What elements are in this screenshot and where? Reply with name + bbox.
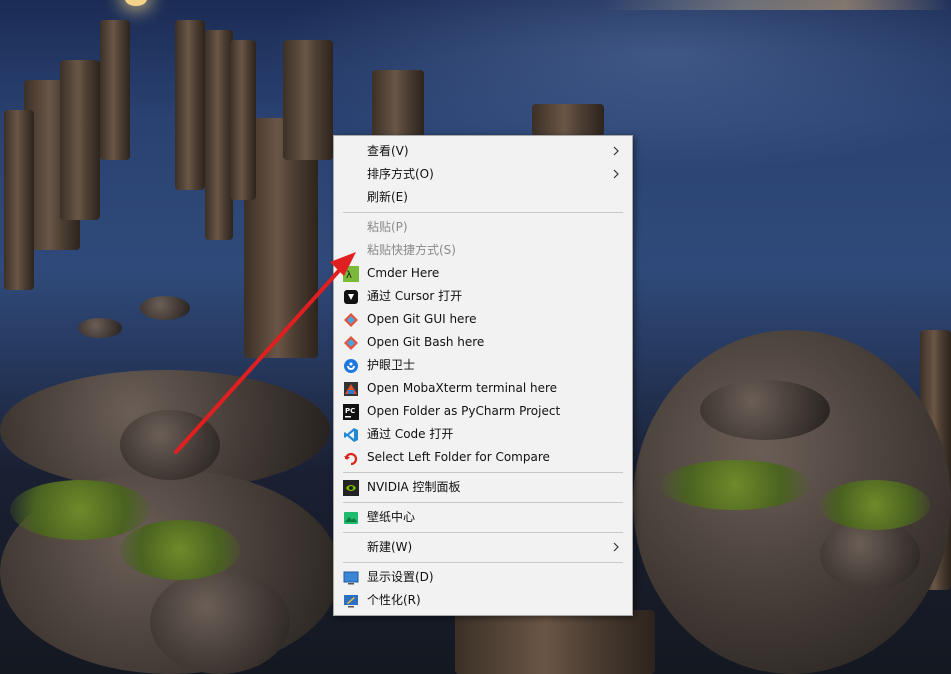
- menu-item-label: 粘贴(P): [367, 220, 408, 234]
- nvidia-icon: [343, 480, 359, 496]
- menu-item-label: 通过 Cursor 打开: [367, 289, 463, 303]
- menu-item-label: 排序方式(O): [367, 167, 434, 181]
- menu-item-nvidia-control-panel[interactable]: NVIDIA 控制面板: [334, 476, 632, 499]
- pier-post: [283, 40, 333, 160]
- display-settings-icon: [343, 570, 359, 586]
- pier-post: [372, 70, 424, 140]
- pier-post: [60, 60, 100, 220]
- moss: [820, 480, 930, 530]
- menu-item-label: 新建(W): [367, 540, 413, 554]
- wallpaper-center-icon: [343, 510, 359, 526]
- menu-item-label: 个性化(R): [367, 593, 421, 607]
- menu-item-view[interactable]: 查看(V): [334, 140, 632, 163]
- personalize-icon: [343, 593, 359, 609]
- menu-separator: [343, 562, 623, 563]
- menu-separator: [343, 212, 623, 213]
- menu-item-personalize[interactable]: 个性化(R): [334, 589, 632, 612]
- moss: [120, 520, 240, 580]
- git-bash-icon: [343, 335, 359, 351]
- svg-text:λ: λ: [346, 270, 352, 281]
- moon: [125, 0, 147, 6]
- menu-item-label: 护眼卫士: [367, 358, 416, 372]
- menu-item-cmder-here[interactable]: λ Cmder Here: [334, 262, 632, 285]
- menu-item-label: Open Git Bash here: [367, 335, 485, 349]
- menu-separator: [343, 502, 623, 503]
- menu-item-pycharm[interactable]: PC Open Folder as PyCharm Project: [334, 400, 632, 423]
- chevron-right-icon: [613, 169, 619, 179]
- menu-item-open-with-cursor[interactable]: 通过 Cursor 打开: [334, 285, 632, 308]
- menu-item-git-bash[interactable]: Open Git Bash here: [334, 331, 632, 354]
- cursor-icon: [343, 289, 359, 305]
- pier-post: [230, 40, 256, 200]
- menu-separator: [343, 472, 623, 473]
- rock: [140, 296, 190, 320]
- menu-item-refresh[interactable]: 刷新(E): [334, 186, 632, 209]
- menu-item-label: Select Left Folder for Compare: [367, 450, 550, 464]
- menu-item-git-gui[interactable]: Open Git GUI here: [334, 308, 632, 331]
- rock: [150, 570, 290, 674]
- menu-item-wallpaper-center[interactable]: 壁纸中心: [334, 506, 632, 529]
- moss: [660, 460, 810, 510]
- rock: [78, 318, 122, 338]
- menu-item-mobaxterm[interactable]: Open MobaXterm terminal here: [334, 377, 632, 400]
- chevron-right-icon: [613, 542, 619, 552]
- menu-item-eye-guard[interactable]: 护眼卫士: [334, 354, 632, 377]
- menu-item-label: 通过 Code 打开: [367, 427, 454, 441]
- menu-item-label: Open Git GUI here: [367, 312, 477, 326]
- menu-item-new[interactable]: 新建(W): [334, 536, 632, 559]
- menu-item-open-with-code[interactable]: 通过 Code 打开: [334, 423, 632, 446]
- desktop-context-menu: 查看(V) 排序方式(O) 刷新(E) 粘贴(P) 粘贴快捷方式(S) λ Cm…: [333, 135, 633, 616]
- rock: [700, 380, 830, 440]
- menu-item-label: 粘贴快捷方式(S): [367, 243, 456, 257]
- menu-item-paste: 粘贴(P): [334, 216, 632, 239]
- distant-shore-lights: [600, 0, 951, 10]
- menu-item-label: 显示设置(D): [367, 570, 434, 584]
- rock: [120, 410, 220, 480]
- menu-item-select-left-folder-compare[interactable]: Select Left Folder for Compare: [334, 446, 632, 469]
- menu-item-paste-shortcut: 粘贴快捷方式(S): [334, 239, 632, 262]
- rock: [820, 520, 920, 590]
- eye-guard-icon: [343, 358, 359, 374]
- menu-item-sort-by[interactable]: 排序方式(O): [334, 163, 632, 186]
- pier-post: [455, 610, 655, 674]
- cmder-icon: λ: [343, 266, 359, 282]
- menu-item-label: 刷新(E): [367, 190, 408, 204]
- menu-item-label: Cmder Here: [367, 266, 440, 280]
- svg-text:PC: PC: [345, 407, 355, 415]
- pier-post: [4, 110, 34, 290]
- git-gui-icon: [343, 312, 359, 328]
- mobaxterm-icon: [343, 381, 359, 397]
- pier-post: [175, 20, 205, 190]
- menu-item-label: Open Folder as PyCharm Project: [367, 404, 561, 418]
- moss: [10, 480, 150, 540]
- menu-item-display-settings[interactable]: 显示设置(D): [334, 566, 632, 589]
- menu-separator: [343, 532, 623, 533]
- chevron-right-icon: [613, 146, 619, 156]
- vscode-icon: [343, 427, 359, 443]
- menu-item-label: Open MobaXterm terminal here: [367, 381, 558, 395]
- menu-item-label: NVIDIA 控制面板: [367, 480, 461, 494]
- pier-post: [205, 30, 233, 240]
- pier-post: [100, 20, 130, 160]
- compare-icon: [343, 450, 359, 466]
- menu-item-label: 壁纸中心: [367, 510, 416, 524]
- pier-post: [532, 104, 604, 136]
- pycharm-icon: PC: [343, 404, 359, 420]
- menu-item-label: 查看(V): [367, 144, 409, 158]
